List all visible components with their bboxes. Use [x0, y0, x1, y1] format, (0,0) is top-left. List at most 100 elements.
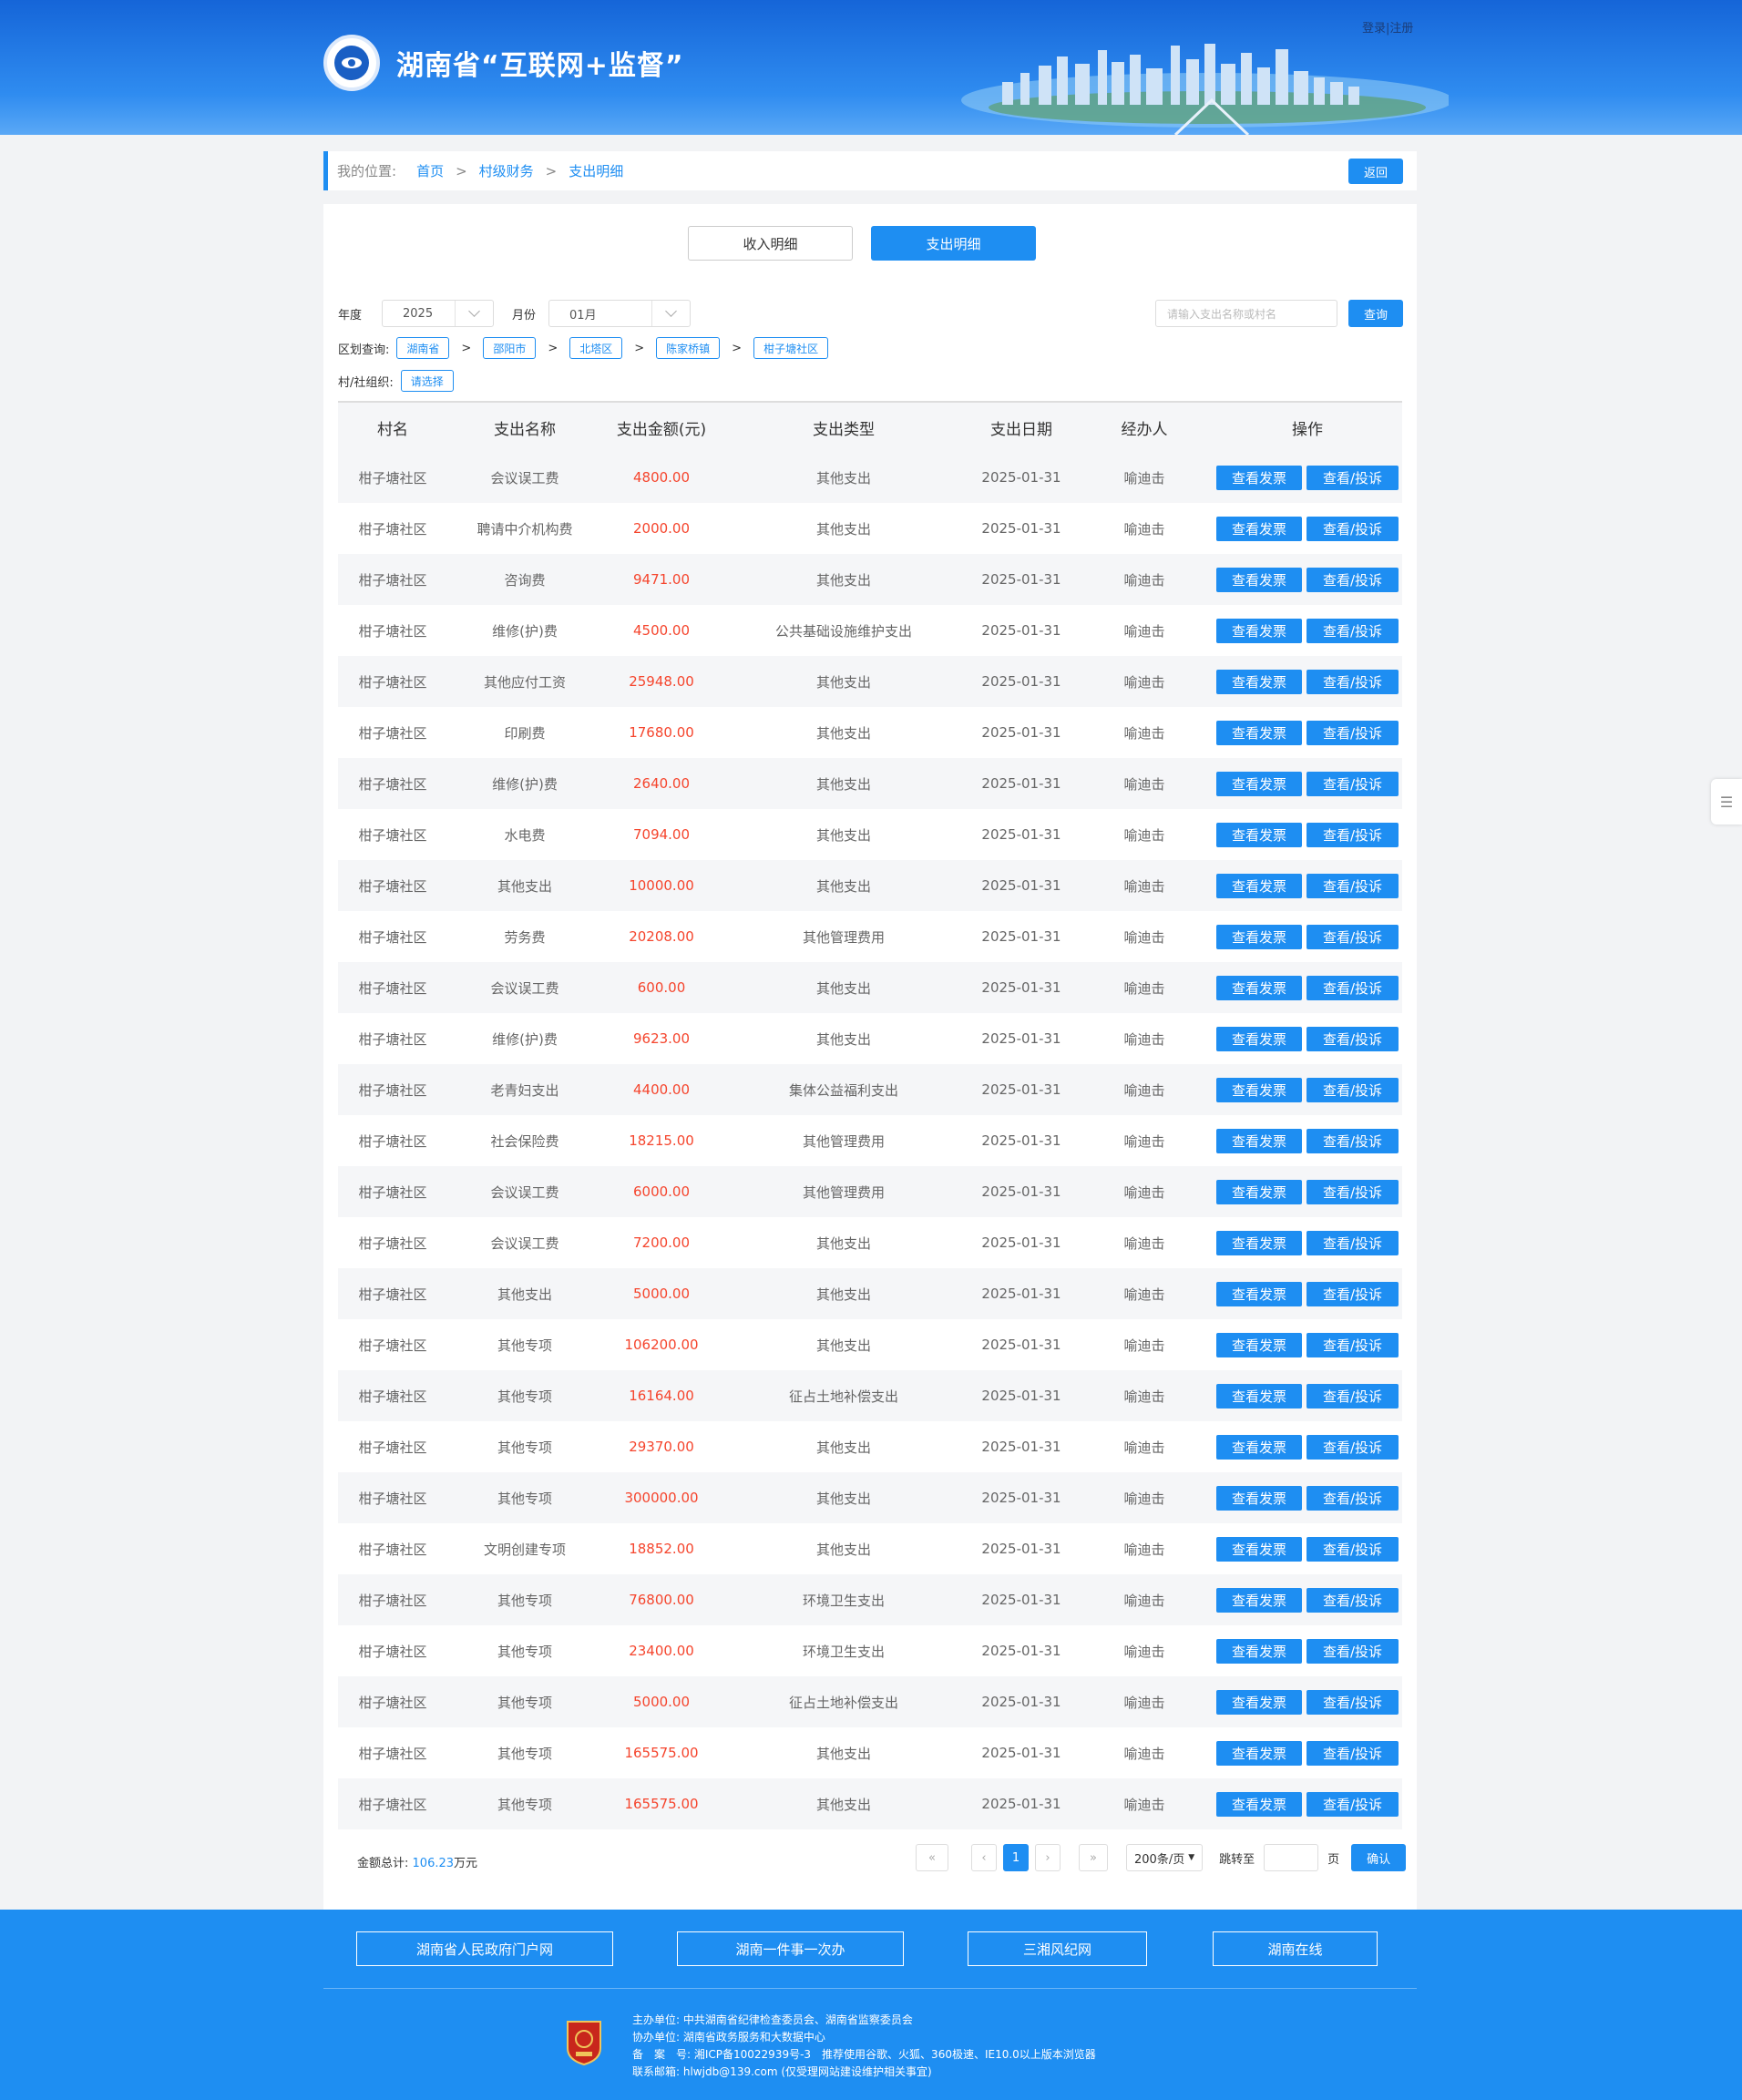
view-complaint-button[interactable]: 查看/投诉	[1306, 1281, 1399, 1306]
site-brand[interactable]: 湖南省“互联网+监督”	[323, 35, 684, 91]
view-complaint-button[interactable]: 查看/投诉	[1306, 1536, 1399, 1562]
breadcrumb-home[interactable]: 首页	[416, 161, 444, 180]
view-invoice-button[interactable]: 查看发票	[1216, 1434, 1302, 1460]
footer-link-hunan-online[interactable]: 湖南在线	[1213, 1931, 1378, 1966]
register-link[interactable]: 注册	[1389, 22, 1413, 36]
footer-link-sanxiang[interactable]: 三湘风纪网	[968, 1931, 1147, 1966]
view-complaint-button[interactable]: 查看/投诉	[1306, 1740, 1399, 1766]
view-invoice-button[interactable]: 查看发票	[1216, 873, 1302, 898]
expense-name-cell: 维修(护)费	[492, 1030, 558, 1048]
site-logo-icon	[323, 35, 380, 91]
breadcrumb-expense-detail[interactable]: 支出明细	[569, 161, 623, 180]
view-complaint-button[interactable]: 查看/投诉	[1306, 1179, 1399, 1204]
tab-income-detail[interactable]: 收入明细	[688, 226, 853, 261]
view-invoice-button[interactable]: 查看发票	[1216, 1383, 1302, 1409]
view-complaint-button[interactable]: 查看/投诉	[1306, 1332, 1399, 1357]
view-invoice-button[interactable]: 查看发票	[1216, 516, 1302, 541]
view-complaint-button[interactable]: 查看/投诉	[1306, 1230, 1399, 1255]
view-complaint-button[interactable]: 查看/投诉	[1306, 1485, 1399, 1511]
view-invoice-button[interactable]: 查看发票	[1216, 822, 1302, 847]
view-complaint-button[interactable]: 查看/投诉	[1306, 924, 1399, 949]
region-chip-city[interactable]: 邵阳市	[483, 337, 537, 359]
view-complaint-button[interactable]: 查看/投诉	[1306, 1791, 1399, 1817]
view-invoice-button[interactable]: 查看发票	[1216, 1536, 1302, 1562]
view-invoice-button[interactable]: 查看发票	[1216, 465, 1302, 490]
view-invoice-button[interactable]: 查看发票	[1216, 1230, 1302, 1255]
view-invoice-button[interactable]: 查看发票	[1216, 1791, 1302, 1817]
last-page-icon[interactable]: »	[1079, 1844, 1108, 1871]
view-complaint-button[interactable]: 查看/投诉	[1306, 1689, 1399, 1715]
view-complaint-button[interactable]: 查看/投诉	[1306, 1077, 1399, 1102]
amount-cell: 17680.00	[629, 724, 694, 741]
date-cell: 2025-01-31	[981, 826, 1061, 843]
back-button[interactable]: 返回	[1348, 159, 1403, 184]
view-complaint-button[interactable]: 查看/投诉	[1306, 975, 1399, 1000]
view-invoice-button[interactable]: 查看发票	[1216, 1485, 1302, 1511]
date-cell: 2025-01-31	[981, 1694, 1061, 1710]
date-cell: 2025-01-31	[981, 724, 1061, 741]
expense-name-cell: 社会保险费	[490, 1132, 559, 1150]
breadcrumb-village-finance[interactable]: 村级财务	[479, 161, 534, 180]
view-invoice-button[interactable]: 查看发票	[1216, 669, 1302, 694]
view-complaint-button[interactable]: 查看/投诉	[1306, 822, 1399, 847]
view-invoice-button[interactable]: 查看发票	[1216, 1026, 1302, 1051]
goto-page-input[interactable]	[1264, 1844, 1319, 1871]
view-complaint-button[interactable]: 查看/投诉	[1306, 1383, 1399, 1409]
view-complaint-button[interactable]: 查看/投诉	[1306, 1128, 1399, 1153]
month-select[interactable]: 01月	[548, 300, 692, 327]
handler-cell: 喻迪击	[1123, 1592, 1165, 1609]
region-chip-district[interactable]: 北塔区	[569, 337, 623, 359]
expense-name-cell: 其他应付工资	[483, 673, 566, 691]
view-complaint-button[interactable]: 查看/投诉	[1306, 618, 1399, 643]
footer-link-gov-portal[interactable]: 湖南省人民政府门户网	[356, 1931, 613, 1966]
date-cell: 2025-01-31	[981, 1337, 1061, 1353]
search-button[interactable]: 查询	[1348, 300, 1403, 327]
prev-page-icon[interactable]: ‹	[971, 1844, 997, 1871]
year-select[interactable]: 2025	[382, 300, 495, 327]
login-link[interactable]: 登录	[1362, 22, 1386, 36]
region-chip-community[interactable]: 柑子塘社区	[753, 337, 829, 359]
view-complaint-button[interactable]: 查看/投诉	[1306, 567, 1399, 592]
view-invoice-button[interactable]: 查看发票	[1216, 1332, 1302, 1357]
view-complaint-button[interactable]: 查看/投诉	[1306, 516, 1399, 541]
page-size-value: 200条/页	[1134, 1852, 1185, 1867]
footer-link-one-thing[interactable]: 湖南一件事一次办	[677, 1931, 904, 1966]
view-complaint-button[interactable]: 查看/投诉	[1306, 1587, 1399, 1613]
view-invoice-button[interactable]: 查看发票	[1216, 1128, 1302, 1153]
view-complaint-button[interactable]: 查看/投诉	[1306, 771, 1399, 796]
view-invoice-button[interactable]: 查看发票	[1216, 1689, 1302, 1715]
search-input[interactable]: 请输入支出名称或村名	[1155, 300, 1337, 327]
region-chip-province[interactable]: 湖南省	[396, 337, 450, 359]
goto-confirm-button[interactable]: 确认	[1351, 1844, 1407, 1871]
view-complaint-button[interactable]: 查看/投诉	[1306, 1638, 1399, 1664]
view-invoice-button[interactable]: 查看发票	[1216, 1077, 1302, 1102]
expense-name-cell: 会议误工费	[490, 469, 559, 487]
expense-name-cell: 其他专项	[497, 1796, 552, 1813]
side-menu-icon[interactable]: ☰	[1711, 779, 1742, 825]
type-cell: 其他支出	[815, 1541, 871, 1558]
view-invoice-button[interactable]: 查看发票	[1216, 1740, 1302, 1766]
view-complaint-button[interactable]: 查看/投诉	[1306, 465, 1399, 490]
page-size-select[interactable]: 200条/页 ▼	[1126, 1844, 1204, 1871]
view-invoice-button[interactable]: 查看发票	[1216, 1587, 1302, 1613]
view-invoice-button[interactable]: 查看发票	[1216, 1281, 1302, 1306]
next-page-icon[interactable]: ›	[1035, 1844, 1061, 1871]
view-invoice-button[interactable]: 查看发票	[1216, 720, 1302, 745]
view-invoice-button[interactable]: 查看发票	[1216, 618, 1302, 643]
first-page-icon[interactable]: «	[916, 1844, 948, 1871]
page-number-current[interactable]: 1	[1003, 1844, 1029, 1871]
view-invoice-button[interactable]: 查看发票	[1216, 975, 1302, 1000]
view-complaint-button[interactable]: 查看/投诉	[1306, 720, 1399, 745]
view-invoice-button[interactable]: 查看发票	[1216, 1638, 1302, 1664]
view-invoice-button[interactable]: 查看发票	[1216, 1179, 1302, 1204]
view-complaint-button[interactable]: 查看/投诉	[1306, 669, 1399, 694]
tab-expense-detail[interactable]: 支出明细	[871, 226, 1036, 261]
view-complaint-button[interactable]: 查看/投诉	[1306, 1026, 1399, 1051]
view-complaint-button[interactable]: 查看/投诉	[1306, 873, 1399, 898]
view-invoice-button[interactable]: 查看发票	[1216, 567, 1302, 592]
org-select-chip[interactable]: 请选择	[400, 370, 454, 392]
view-complaint-button[interactable]: 查看/投诉	[1306, 1434, 1399, 1460]
view-invoice-button[interactable]: 查看发票	[1216, 771, 1302, 796]
view-invoice-button[interactable]: 查看发票	[1216, 924, 1302, 949]
region-chip-town[interactable]: 陈家桥镇	[656, 337, 721, 359]
